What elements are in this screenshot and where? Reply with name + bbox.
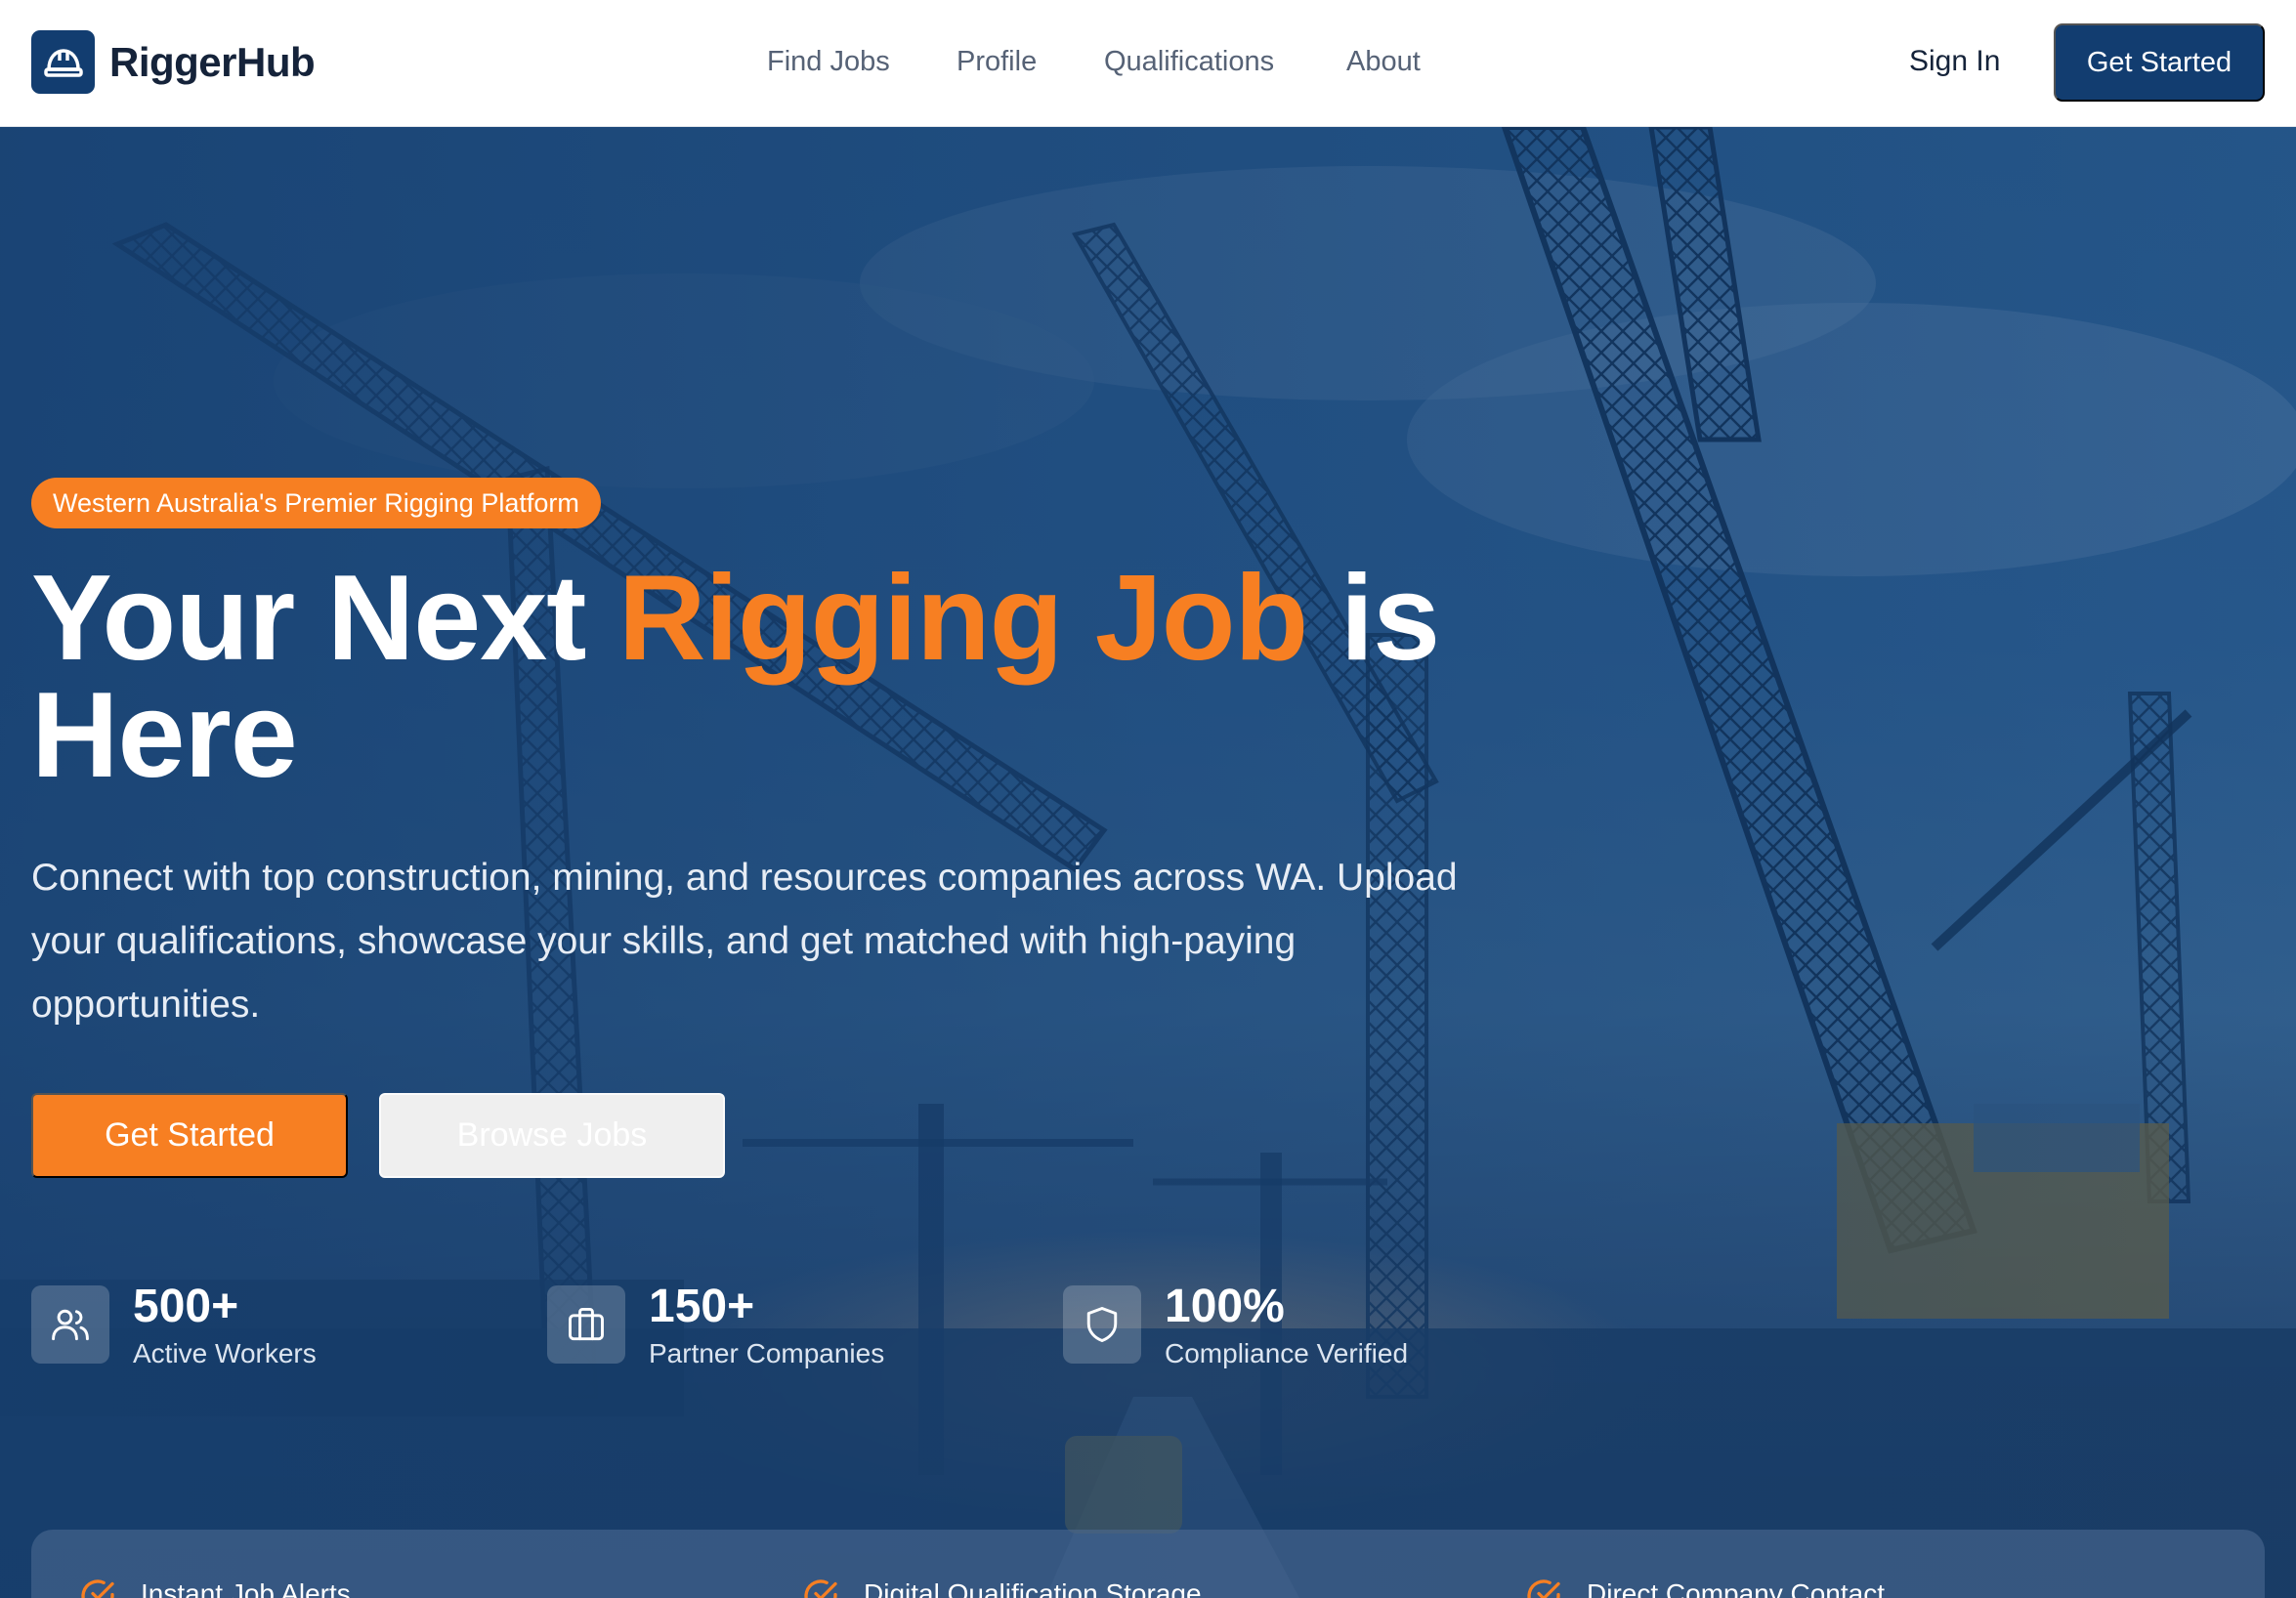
headline-part-1: Your Next [31,551,618,686]
hero-description: Connect with top construction, mining, a… [31,857,1458,1026]
hero-headline: Your Next Rigging Job is Here [31,558,1497,796]
stat-value: 500+ [133,1281,239,1332]
stat-label: Active Workers [133,1338,317,1368]
check-circle-icon [1527,1579,1560,1598]
nav-profile[interactable]: Profile [957,46,1037,78]
check-circle-icon [804,1579,837,1598]
stat-compliance-verified: 100% Compliance Verified [1063,1281,1532,1371]
nav-get-started-button[interactable]: Get Started [2054,23,2265,102]
hero-get-started-button[interactable]: Get Started [31,1093,348,1178]
stat-active-workers: 500+ Active Workers [31,1281,442,1371]
brand-name[interactable]: RiggerHub [109,39,316,86]
stat-value: 150+ [649,1281,755,1332]
check-circle-icon [81,1579,114,1598]
top-navigation: RiggerHub Find Jobs Profile Qualificatio… [0,0,2296,127]
users-icon [31,1285,109,1364]
shield-icon [1063,1285,1141,1364]
headline-accent: Rigging Job [617,551,1308,686]
feature-label: Instant Job Alerts [141,1578,351,1598]
nav-about[interactable]: About [1346,46,1421,78]
stat-label: Partner Companies [649,1338,885,1368]
feature-label: Direct Company Contact [1587,1578,1886,1598]
hard-hat-icon[interactable] [31,30,95,94]
feature-label: Digital Qualification Storage [864,1578,1202,1598]
nav-find-jobs[interactable]: Find Jobs [767,46,890,78]
nav-qualifications[interactable]: Qualifications [1104,46,1274,78]
stat-partner-companies: 150+ Partner Companies [547,1281,977,1371]
briefcase-icon [547,1285,625,1364]
stat-value: 100% [1165,1281,1285,1332]
platform-badge: Western Australia's Premier Rigging Plat… [31,478,601,528]
sign-in-link[interactable]: Sign In [1909,45,2000,78]
browse-jobs-button[interactable]: Browse Jobs [379,1093,725,1178]
stat-label: Compliance Verified [1165,1338,1409,1368]
feature-bar: Instant Job Alerts Digital Qualification… [31,1530,2265,1598]
